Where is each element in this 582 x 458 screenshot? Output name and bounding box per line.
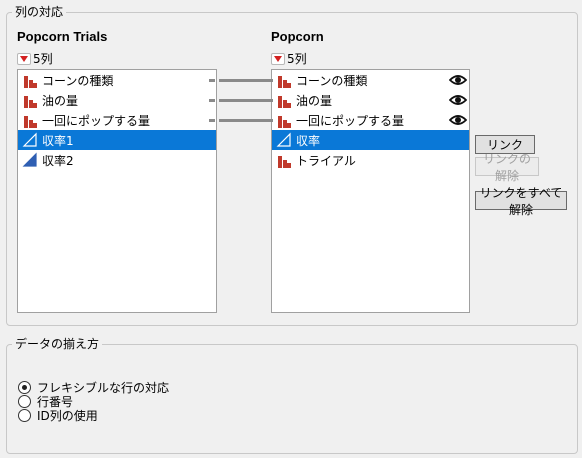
left-column-item[interactable]: 収率2 — [18, 150, 216, 170]
nominal-bar-icon — [22, 72, 38, 88]
right-column-item-label: 一回にポップする量 — [296, 113, 405, 128]
right-column-item[interactable]: 一回にポップする量 — [272, 110, 469, 130]
left-column-item[interactable]: 油の量 — [18, 90, 216, 110]
right-column-item[interactable]: トライアル — [272, 150, 469, 170]
left-column-item-label: 収率1 — [42, 133, 74, 148]
row-alignment-option[interactable]: ID列の使用 — [18, 407, 98, 424]
left-column-item[interactable]: 一回にポップする量 — [18, 110, 216, 130]
radio-label: ID列の使用 — [37, 409, 98, 423]
link-line — [219, 79, 269, 82]
right-table-menu-button[interactable] — [271, 52, 285, 65]
link-endpoint-right — [267, 119, 273, 122]
left-table-menu-button[interactable] — [17, 52, 31, 65]
left-table-count-row: 5列 — [17, 50, 53, 67]
red-triangle-down-icon — [274, 55, 282, 62]
right-table-count: 5列 — [287, 52, 307, 66]
link-line — [219, 99, 269, 102]
continuous-triangle-icon — [276, 132, 292, 148]
nominal-bar-icon — [276, 152, 292, 168]
left-column-item-label: 油の量 — [42, 93, 79, 108]
nominal-bar-icon — [276, 112, 292, 128]
unlink-button[interactable]: リンクの解除 — [475, 152, 539, 183]
right-column-item-label: コーンの種類 — [296, 73, 368, 88]
continuous-triangle-icon — [22, 152, 38, 168]
radio-button[interactable] — [18, 409, 31, 422]
link-endpoint-right — [267, 99, 273, 102]
eye-icon[interactable] — [449, 113, 467, 127]
link-endpoint-left — [209, 79, 215, 82]
right-column-list[interactable]: コーンの種類 油の量一回にポップする量 収率トライアル — [271, 69, 470, 313]
row-alignment-group — [6, 344, 578, 454]
column-match-group-title: 列の対応 — [12, 5, 67, 19]
left-column-item-label: コーンの種類 — [42, 73, 114, 88]
right-column-item[interactable]: 油の量 — [272, 90, 469, 110]
continuous-triangle-icon — [22, 132, 38, 148]
right-table-count-row: 5列 — [271, 50, 307, 67]
right-column-item-label: トライアル — [296, 153, 356, 168]
left-column-list[interactable]: コーンの種類 油の量一回にポップする量 収率1 収率2 — [17, 69, 217, 313]
right-column-item-label: 収率 — [296, 133, 321, 148]
red-triangle-down-icon — [20, 55, 28, 62]
left-table-title: Popcorn Trials — [17, 29, 108, 44]
unlink-all-button[interactable]: リンクをすべて解除 — [475, 186, 567, 217]
eye-icon[interactable] — [449, 93, 467, 107]
nominal-bar-icon — [276, 92, 292, 108]
link-line — [219, 119, 269, 122]
link-endpoint-left — [209, 119, 215, 122]
link-endpoint-right — [267, 79, 273, 82]
nominal-bar-icon — [22, 112, 38, 128]
right-column-item[interactable]: 収率 — [272, 130, 469, 150]
left-column-item[interactable]: コーンの種類 — [18, 70, 216, 90]
left-column-item[interactable]: 収率1 — [18, 130, 216, 150]
right-column-item[interactable]: コーンの種類 — [272, 70, 469, 90]
right-column-item-label: 油の量 — [296, 93, 333, 108]
nominal-bar-icon — [22, 92, 38, 108]
left-column-item-label: 収率2 — [42, 153, 74, 168]
nominal-bar-icon — [276, 72, 292, 88]
link-endpoint-left — [209, 99, 215, 102]
left-table-count: 5列 — [33, 52, 53, 66]
right-table-title: Popcorn — [271, 29, 324, 44]
row-alignment-group-title: データの揃え方 — [12, 337, 103, 351]
left-column-item-label: 一回にポップする量 — [42, 113, 151, 128]
eye-icon[interactable] — [449, 73, 467, 87]
